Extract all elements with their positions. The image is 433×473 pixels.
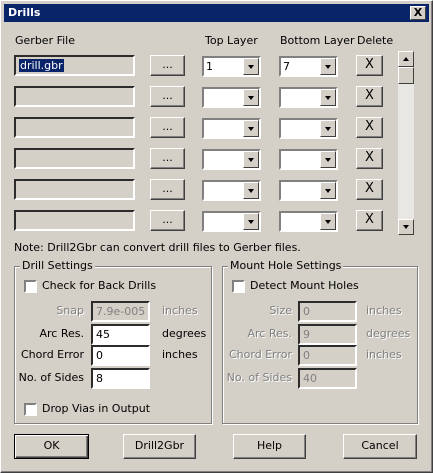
mount-hole-settings-title: Mount Hole Settings (228, 259, 344, 273)
window-title: Drills (8, 6, 41, 19)
snap-unit: inches (162, 304, 198, 317)
snap-field: 7.9e-005 (91, 301, 150, 322)
arc-res-unit: degrees (162, 327, 207, 340)
top-layer-select[interactable] (202, 211, 261, 232)
detect-mount-holes-checkbox[interactable] (232, 280, 245, 293)
scroll-down-icon[interactable] (398, 219, 414, 235)
top-layer-select[interactable] (202, 87, 261, 108)
bottom-layer-select[interactable]: 7 (279, 56, 338, 77)
browse-button[interactable]: ... (150, 55, 185, 76)
bottom-layer-header: Bottom Layer (280, 34, 355, 47)
snap-label: Snap (56, 304, 84, 317)
drill-settings-title: Drill Settings (20, 259, 95, 273)
top-layer-select[interactable] (202, 118, 261, 139)
chord-error-value: 0 (96, 349, 103, 362)
top-layer-header: Top Layer (205, 34, 258, 47)
dropdown-arrow-icon[interactable] (320, 89, 336, 106)
mount-arc-res-unit: degrees (366, 327, 411, 340)
dropdown-arrow-icon[interactable] (243, 58, 259, 75)
ok-button[interactable]: OK (14, 434, 89, 459)
sides-label: No. of Sides (18, 371, 84, 384)
bottom-layer-select[interactable] (279, 118, 338, 139)
browse-button[interactable]: ... (150, 86, 185, 107)
gerber-file-value: drill.gbr (19, 59, 64, 72)
chord-error-unit: inches (162, 348, 198, 361)
mount-arc-res-field: 9 (298, 324, 357, 345)
dropdown-arrow-icon[interactable] (320, 213, 336, 230)
mount-sides-value: 40 (303, 372, 317, 385)
mount-chord-error-field: 0 (298, 345, 357, 366)
mount-size-unit: inches (366, 304, 402, 317)
help-button[interactable]: Help (233, 434, 306, 459)
delete-row-button[interactable]: X (356, 117, 383, 138)
mount-chord-error-label: Chord Error (228, 348, 292, 361)
check-back-drills-checkbox[interactable] (24, 280, 37, 293)
top-layer-value: 1 (206, 60, 213, 73)
mount-size-label: Size (269, 304, 292, 317)
arc-res-field[interactable]: 45 (91, 324, 150, 345)
sides-value: 8 (96, 372, 103, 385)
mount-sides-field: 40 (298, 368, 357, 389)
top-layer-select[interactable] (202, 180, 261, 201)
bottom-layer-select[interactable] (279, 149, 338, 170)
mount-sides-label: No. of Sides (226, 371, 292, 384)
close-button[interactable]: X (410, 6, 426, 20)
delete-row-button[interactable]: X (356, 179, 383, 200)
arc-res-label: Arc Res. (39, 327, 85, 340)
gerber-file-field[interactable] (14, 86, 135, 107)
drop-vias-checkbox[interactable] (24, 403, 37, 416)
rows-scrollbar[interactable] (398, 51, 414, 235)
delete-row-button[interactable]: X (356, 86, 383, 107)
delete-row-button[interactable]: X (356, 148, 383, 169)
bottom-layer-select[interactable] (279, 211, 338, 232)
dropdown-arrow-icon[interactable] (320, 182, 336, 199)
dropdown-arrow-icon[interactable] (243, 213, 259, 230)
browse-button[interactable]: ... (150, 210, 185, 231)
mount-size-value: 0 (303, 305, 310, 318)
mount-arc-res-label: Arc Res. (247, 327, 293, 340)
mount-arc-res-value: 9 (303, 328, 310, 341)
drop-vias-label: Drop Vias in Output (42, 402, 151, 415)
snap-value: 7.9e-005 (96, 305, 146, 318)
bottom-layer-select[interactable] (279, 180, 338, 201)
arc-res-value: 45 (96, 328, 110, 341)
gerber-file-header: Gerber File (15, 34, 75, 47)
sides-field[interactable]: 8 (91, 368, 150, 389)
note-text: Note: Drill2Gbr can convert drill files … (14, 241, 301, 254)
gerber-file-field[interactable] (14, 117, 135, 138)
chord-error-label: Chord Error (20, 348, 84, 361)
check-back-drills-label: Check for Back Drills (42, 279, 157, 292)
browse-button[interactable]: ... (150, 117, 185, 138)
chord-error-field[interactable]: 0 (91, 345, 150, 366)
mount-chord-error-value: 0 (303, 349, 310, 362)
gerber-file-field[interactable] (14, 179, 135, 200)
browse-button[interactable]: ... (150, 179, 185, 200)
scroll-up-icon[interactable] (398, 51, 414, 67)
cancel-button[interactable]: Cancel (343, 434, 417, 459)
delete-row-button[interactable]: X (356, 55, 383, 76)
top-layer-select[interactable]: 1 (202, 56, 261, 77)
dropdown-arrow-icon[interactable] (243, 120, 259, 137)
dropdown-arrow-icon[interactable] (243, 151, 259, 168)
bottom-layer-select[interactable] (279, 87, 338, 108)
gerber-file-field[interactable]: drill.gbr (14, 55, 135, 76)
bottom-layer-value: 7 (283, 60, 290, 73)
dropdown-arrow-icon[interactable] (243, 182, 259, 199)
delete-header: Delete (357, 34, 394, 47)
gerber-file-field[interactable] (14, 148, 135, 169)
top-layer-select[interactable] (202, 149, 261, 170)
detect-mount-holes-label: Detect Mount Holes (250, 279, 359, 292)
delete-row-button[interactable]: X (356, 210, 383, 231)
dropdown-arrow-icon[interactable] (320, 120, 336, 137)
dropdown-arrow-icon[interactable] (243, 89, 259, 106)
title-bar: Drills X (4, 4, 429, 22)
browse-button[interactable]: ... (150, 148, 185, 169)
scroll-thumb[interactable] (398, 67, 414, 84)
drill2gbr-button[interactable]: Drill2Gbr (123, 434, 196, 459)
dropdown-arrow-icon[interactable] (320, 151, 336, 168)
mount-chord-error-unit: inches (366, 348, 402, 361)
gerber-file-field[interactable] (14, 210, 135, 231)
mount-size-field: 0 (298, 301, 357, 322)
dropdown-arrow-icon[interactable] (320, 58, 336, 75)
